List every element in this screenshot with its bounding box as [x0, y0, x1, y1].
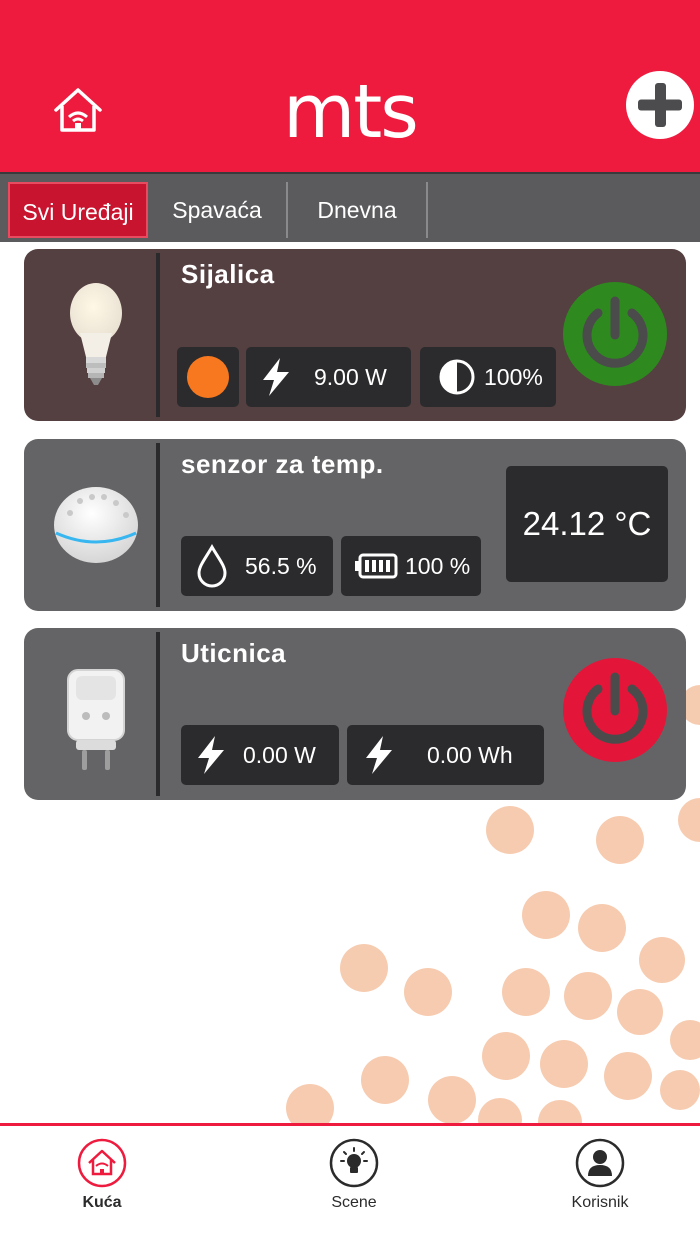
power-chip: 9.00 W	[246, 347, 411, 407]
power-value: 0.00 W	[243, 742, 316, 768]
device-title: senzor za temp.	[181, 449, 384, 479]
temperature-sensor-image	[54, 487, 138, 563]
water-drop-icon	[197, 544, 227, 588]
home-wifi-icon	[77, 1138, 127, 1188]
tab-dnevna[interactable]: Dnevna	[288, 182, 428, 238]
app-header: mts	[0, 0, 700, 172]
tab-svi-uredaji[interactable]: Svi Uređaji	[8, 182, 148, 238]
add-device-button[interactable]	[626, 71, 694, 139]
light-bulb-image	[70, 283, 122, 385]
nav-label: Scene	[331, 1194, 377, 1211]
battery-value: 100 %	[405, 553, 471, 579]
battery-chip: 100 %	[341, 536, 481, 596]
lightning-icon	[263, 358, 289, 396]
device-title: Sijalica	[181, 259, 275, 289]
nav-scene[interactable]: Scene	[294, 1138, 414, 1212]
brightness-value: 100%	[484, 364, 543, 390]
temperature-value: 24.12 °C	[506, 466, 668, 582]
plus-icon	[638, 83, 682, 127]
power-on-button[interactable]	[562, 281, 668, 387]
nav-kuca[interactable]: Kuća	[42, 1138, 162, 1212]
color-chip[interactable]	[177, 347, 239, 407]
lightning-icon	[366, 736, 392, 774]
power-value: 9.00 W	[314, 364, 387, 390]
mts-logo: mts	[283, 69, 419, 155]
lightning-icon	[198, 736, 224, 774]
brightness-chip: 100%	[420, 347, 556, 407]
nav-label: Korisnik	[571, 1194, 629, 1211]
lightbulb-icon	[329, 1138, 379, 1188]
smart-plug-image	[67, 669, 125, 770]
color-swatch-icon	[187, 356, 229, 398]
nav-korisnik[interactable]: Korisnik	[540, 1138, 660, 1212]
device-card-uticnica[interactable]: Uticnica 0.00 W 0.00 Wh	[24, 628, 686, 800]
card-divider	[156, 443, 160, 607]
bottom-navigation: Kuća Scene Korisnik	[0, 1123, 700, 1244]
energy-chip: 0.00 Wh	[347, 725, 544, 785]
humidity-chip: 56.5 %	[181, 536, 333, 596]
brightness-contrast-icon	[439, 359, 475, 395]
user-icon	[575, 1138, 625, 1188]
nav-label: Kuća	[82, 1194, 122, 1211]
device-card-senzor[interactable]: senzor za temp. 56.5 % 100 % 24.12 °C	[24, 439, 686, 611]
card-divider	[156, 632, 160, 796]
power-off-button[interactable]	[562, 657, 668, 763]
energy-value: 0.00 Wh	[427, 742, 513, 768]
device-title: Uticnica	[181, 638, 287, 668]
power-chip: 0.00 W	[181, 725, 339, 785]
humidity-value: 56.5 %	[245, 553, 317, 579]
card-divider	[156, 253, 160, 417]
battery-icon	[355, 553, 398, 579]
room-tabs: Svi Uređaji Spavaća Dnevna	[0, 172, 700, 242]
device-card-sijalica[interactable]: Sijalica 9.00 W 100%	[24, 249, 686, 421]
tab-spavaca[interactable]: Spavaća	[148, 182, 288, 238]
